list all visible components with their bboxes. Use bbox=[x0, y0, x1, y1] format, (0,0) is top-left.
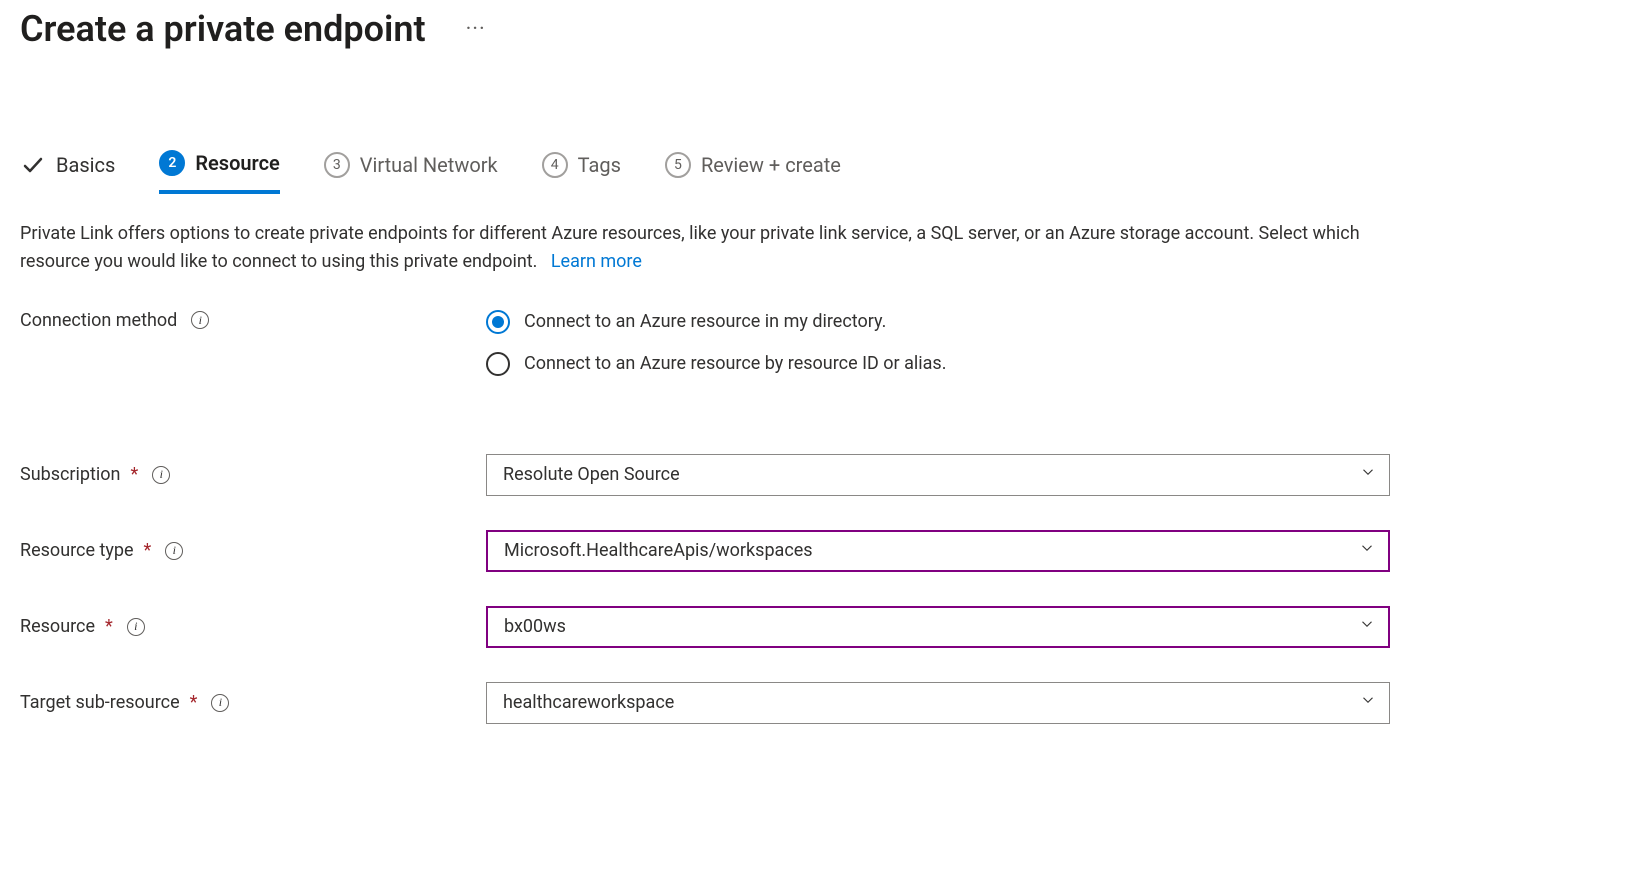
tab-review-create[interactable]: 5 Review + create bbox=[665, 150, 841, 194]
step-number-icon: 3 bbox=[324, 152, 350, 178]
info-icon[interactable]: i bbox=[191, 311, 209, 329]
subscription-select[interactable]: Resolute Open Source bbox=[486, 454, 1390, 496]
description: Private Link offers options to create pr… bbox=[20, 220, 1380, 276]
learn-more-link[interactable]: Learn more bbox=[551, 251, 642, 272]
check-icon bbox=[20, 153, 46, 177]
description-text: Private Link offers options to create pr… bbox=[20, 223, 1360, 272]
tab-tags-label: Tags bbox=[578, 153, 621, 177]
tab-virtual-network-label: Virtual Network bbox=[360, 153, 498, 177]
info-icon[interactable]: i bbox=[211, 694, 229, 712]
tab-basics-label: Basics bbox=[56, 153, 115, 177]
target-sub-resource-select[interactable]: healthcareworkspace bbox=[486, 682, 1390, 724]
resource-type-label: Resource type * i bbox=[20, 540, 486, 561]
chevron-down-icon bbox=[1358, 539, 1376, 562]
resource-select[interactable]: bx00ws bbox=[486, 606, 1390, 648]
chevron-down-icon bbox=[1359, 463, 1377, 486]
radio-connect-in-directory[interactable]: Connect to an Azure resource in my direc… bbox=[486, 310, 1390, 334]
step-number-icon: 2 bbox=[159, 150, 185, 176]
chevron-down-icon bbox=[1359, 691, 1377, 714]
info-icon[interactable]: i bbox=[152, 466, 170, 484]
more-icon[interactable]: ··· bbox=[466, 17, 486, 42]
connection-method-label: Connection method i bbox=[20, 310, 486, 331]
radio-label: Connect to an Azure resource in my direc… bbox=[524, 311, 886, 332]
resource-label: Resource * i bbox=[20, 616, 486, 637]
required-icon: * bbox=[105, 616, 113, 637]
tab-review-create-label: Review + create bbox=[701, 153, 841, 177]
wizard-tabs: Basics 2 Resource 3 Virtual Network 4 Ta… bbox=[20, 150, 1628, 194]
tab-resource[interactable]: 2 Resource bbox=[159, 150, 279, 194]
required-icon: * bbox=[131, 464, 139, 485]
target-sub-resource-label: Target sub-resource * i bbox=[20, 692, 486, 713]
required-icon: * bbox=[144, 540, 152, 561]
info-icon[interactable]: i bbox=[127, 618, 145, 636]
tab-tags[interactable]: 4 Tags bbox=[542, 150, 621, 194]
subscription-value: Resolute Open Source bbox=[503, 464, 680, 485]
chevron-down-icon bbox=[1358, 615, 1376, 638]
tab-resource-label: Resource bbox=[195, 151, 279, 175]
radio-connect-by-id[interactable]: Connect to an Azure resource by resource… bbox=[486, 352, 1390, 376]
step-number-icon: 5 bbox=[665, 152, 691, 178]
radio-label: Connect to an Azure resource by resource… bbox=[524, 353, 946, 374]
resource-value: bx00ws bbox=[504, 616, 566, 637]
tab-virtual-network[interactable]: 3 Virtual Network bbox=[324, 150, 498, 194]
page-title: Create a private endpoint bbox=[20, 8, 426, 50]
connection-method-radio-group: Connect to an Azure resource in my direc… bbox=[486, 310, 1390, 376]
target-sub-resource-value: healthcareworkspace bbox=[503, 692, 674, 713]
resource-type-select[interactable]: Microsoft.HealthcareApis/workspaces bbox=[486, 530, 1390, 572]
radio-unchecked-icon bbox=[486, 352, 510, 376]
subscription-label: Subscription * i bbox=[20, 464, 486, 485]
tab-basics[interactable]: Basics bbox=[20, 150, 115, 194]
resource-type-value: Microsoft.HealthcareApis/workspaces bbox=[504, 540, 813, 561]
info-icon[interactable]: i bbox=[165, 542, 183, 560]
step-number-icon: 4 bbox=[542, 152, 568, 178]
required-icon: * bbox=[190, 692, 198, 713]
radio-checked-icon bbox=[486, 310, 510, 334]
